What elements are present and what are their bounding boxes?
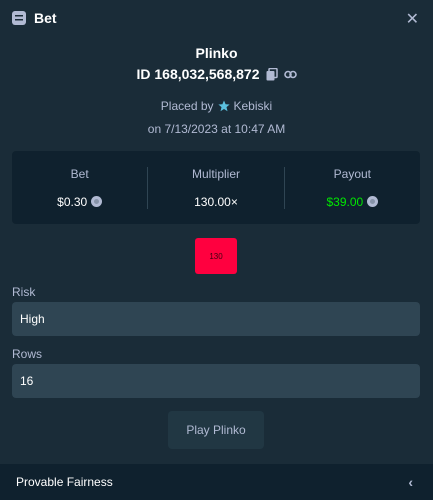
placed-by-label: Placed by [160,99,214,113]
stat-multiplier-label: Multiplier [191,166,240,181]
currency-coin-icon [367,196,379,207]
bet-slip-icon [12,11,26,25]
placed-by-row: Placed by Kebiski [0,99,433,113]
stat-payout-value: $39.00 [326,194,364,209]
stat-payout: Payout $39.00 [283,166,420,209]
play-plinko-button[interactable]: Play Plinko [168,411,264,449]
modal-title: Bet [34,10,57,26]
game-name: Plinko [195,45,238,61]
stat-multiplier-value: 130.00× [194,194,238,209]
stat-bet-value-wrap: $0.30 [57,194,103,209]
bet-id-row: ID 168,032,568,872 [0,66,433,82]
provable-fairness-label: Provable Fairness [16,475,113,489]
stat-payout-label: Payout [333,166,371,181]
risk-field: High [12,302,420,336]
modal-header: Bet ✕ [0,0,433,36]
stat-bet-label: Bet [70,166,89,181]
stat-bet: Bet $0.30 [12,167,147,209]
stat-payout-value-wrap: $39.00 [326,194,379,209]
bet-stats-panel: Bet $0.30 Multiplier 130.00× Payout $39.… [12,151,420,224]
stat-bet-value: $0.30 [57,194,88,209]
bet-date: on 7/13/2023 at 10:47 AM [147,122,286,136]
currency-coin-icon [91,196,103,207]
star-icon [217,100,230,112]
provable-fairness-bar[interactable]: Provable Fairness ‹ [0,464,433,500]
username-link[interactable]: Kebiski [234,99,273,113]
chevron-left-icon[interactable]: ‹ [408,474,413,490]
link-icon[interactable] [283,68,297,81]
bet-id: ID 168,032,568,872 [136,66,260,82]
stat-multiplier: Multiplier 130.00× [147,166,283,209]
result-multiplier-chip: 130 [195,238,237,274]
copy-icon[interactable] [266,67,278,81]
risk-label: Risk [12,285,36,299]
close-icon[interactable]: ✕ [406,9,419,29]
rows-field: 16 [12,364,420,398]
rows-label: Rows [12,347,43,361]
